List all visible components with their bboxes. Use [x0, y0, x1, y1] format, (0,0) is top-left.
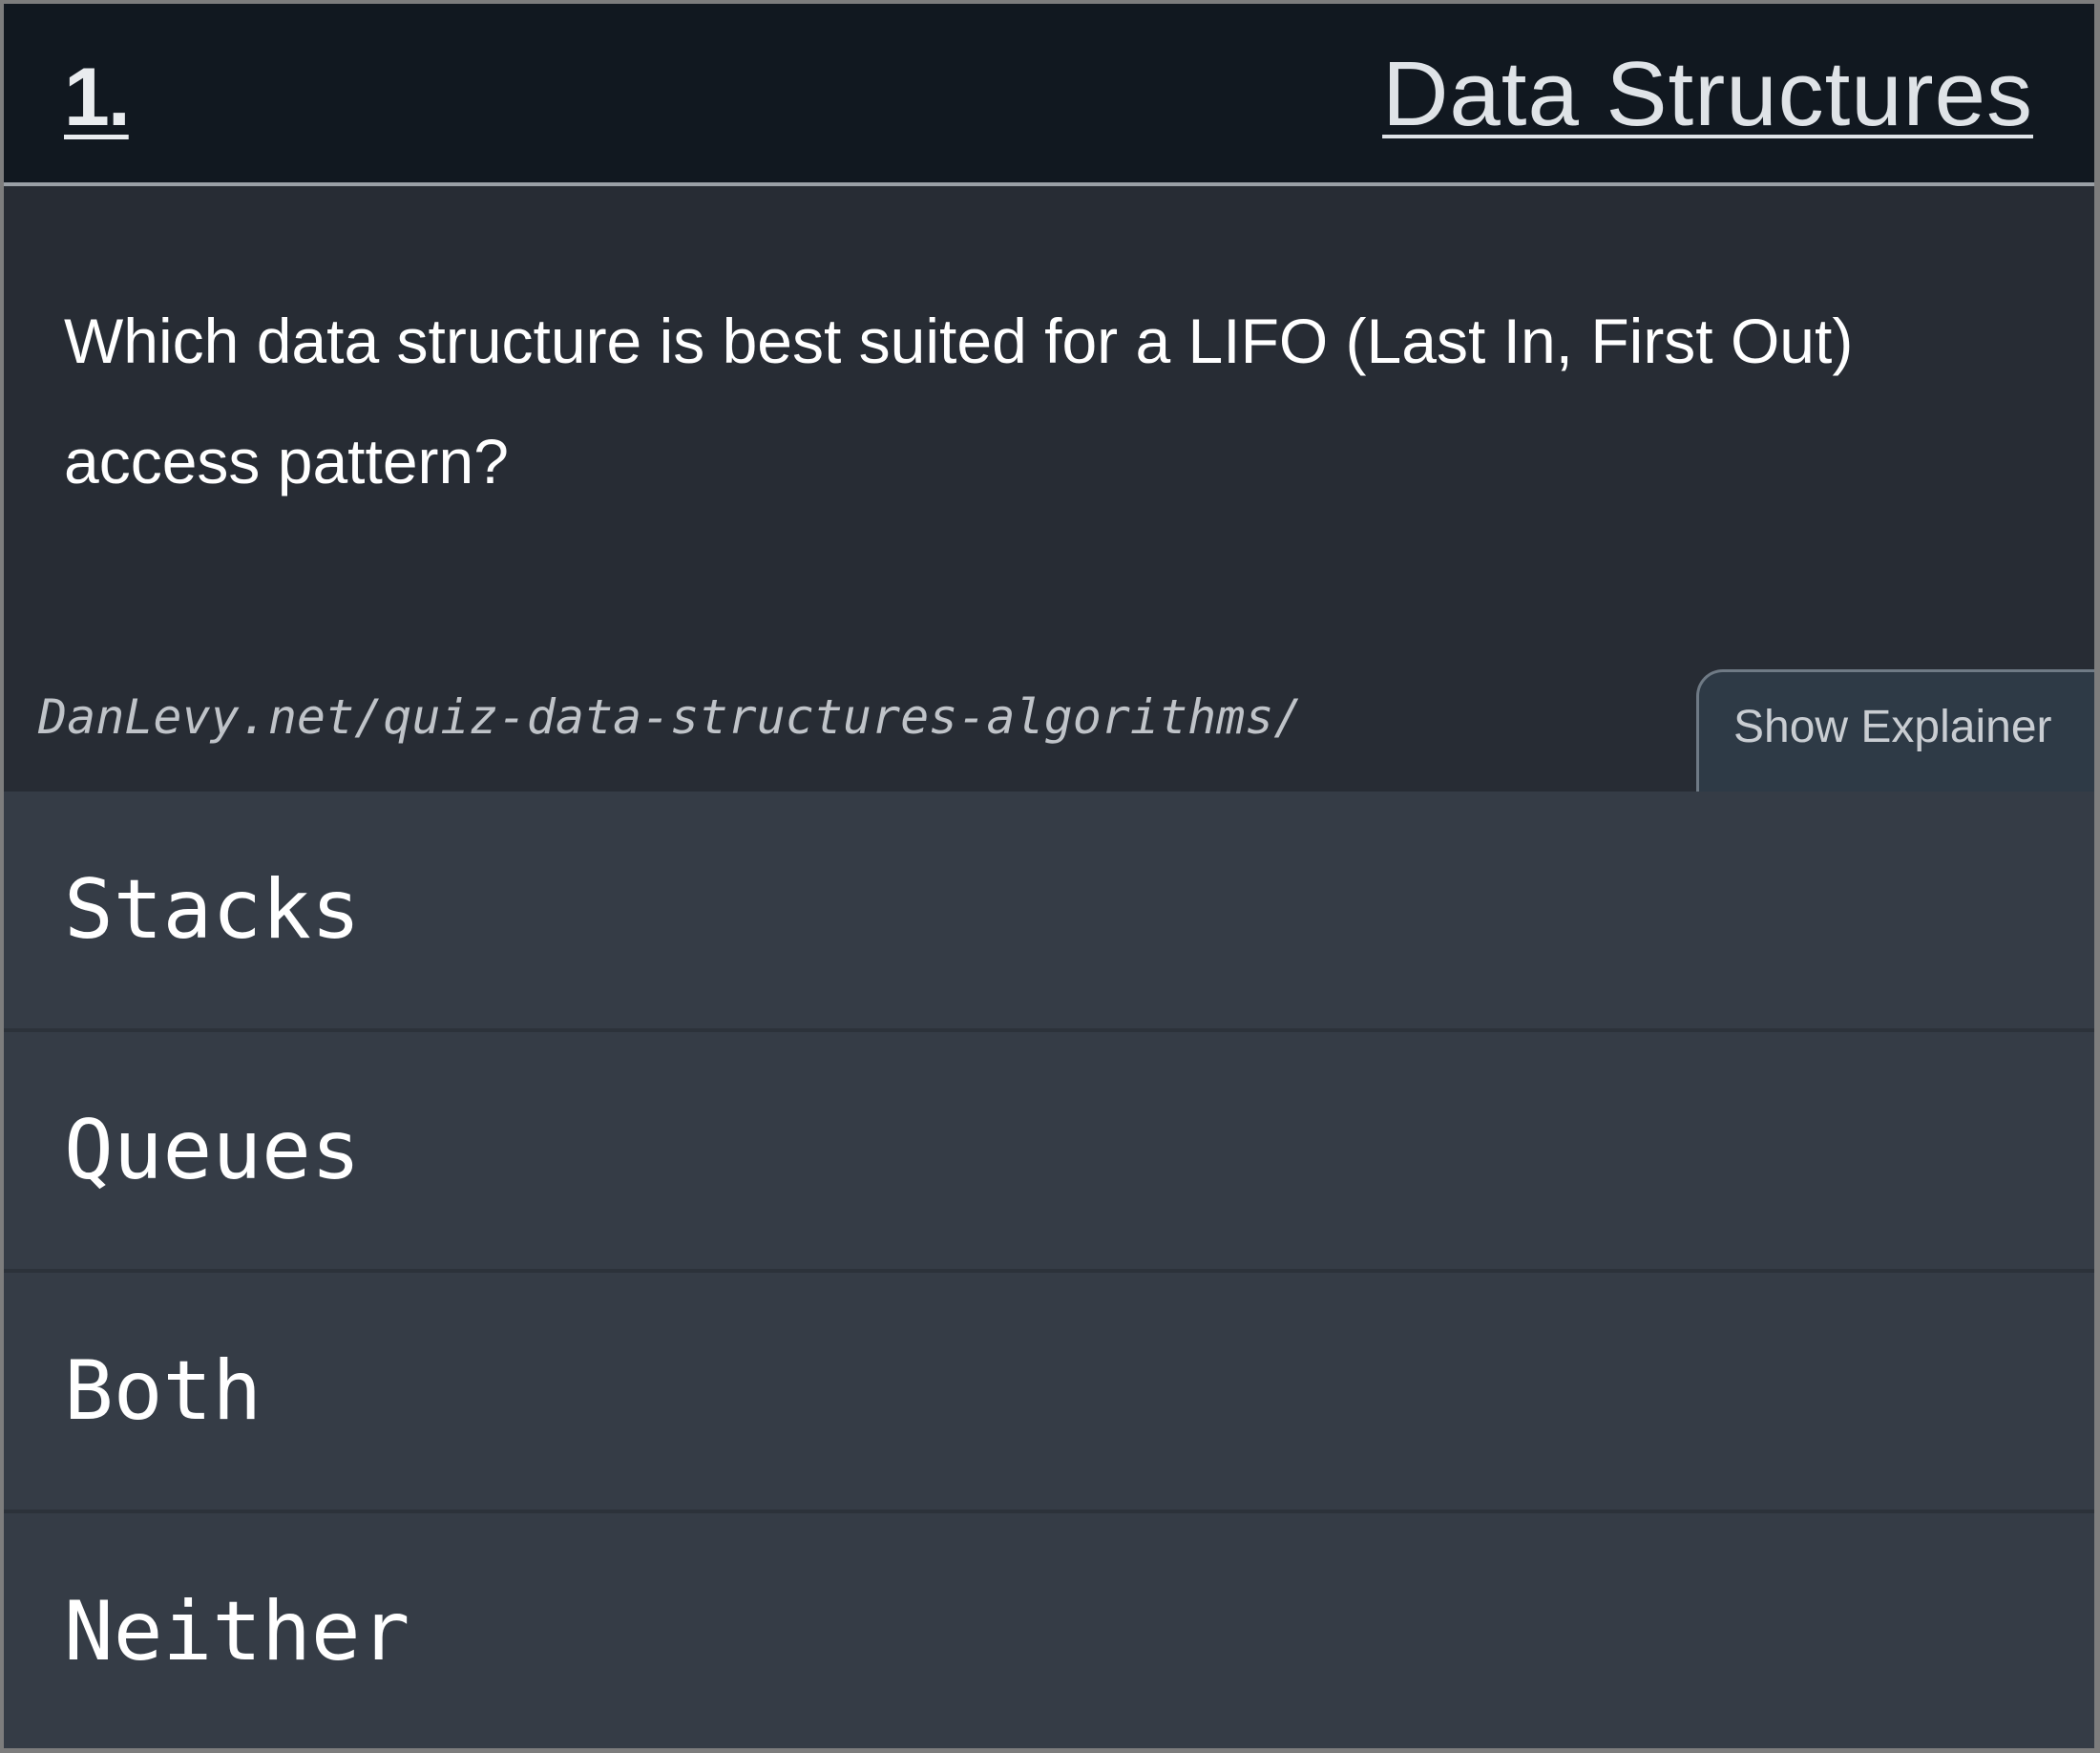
answer-label: Queues — [64, 1103, 361, 1198]
quiz-card: 1. Data Structures Which data structure … — [4, 4, 2094, 1748]
answer-label: Stacks — [64, 862, 361, 958]
source-url: DanLevy.net/quiz-data-structures-algorit… — [38, 689, 1303, 745]
question-text: Which data structure is best suited for … — [64, 306, 1854, 496]
answer-label: Neither — [64, 1584, 410, 1679]
answer-option-neither[interactable]: Neither — [4, 1513, 2094, 1748]
answer-list: Stacks Queues Both Neither — [4, 792, 2094, 1748]
quiz-header: 1. Data Structures — [4, 4, 2094, 186]
answer-label: Both — [64, 1343, 262, 1439]
answer-option-both[interactable]: Both — [4, 1273, 2094, 1513]
answer-option-queues[interactable]: Queues — [4, 1032, 2094, 1273]
answer-option-stacks[interactable]: Stacks — [4, 792, 2094, 1032]
show-explainer-button[interactable]: Show Explainer — [1696, 669, 2094, 793]
question-number: 1. — [64, 52, 131, 143]
category-link[interactable]: Data Structures — [1382, 42, 2033, 147]
